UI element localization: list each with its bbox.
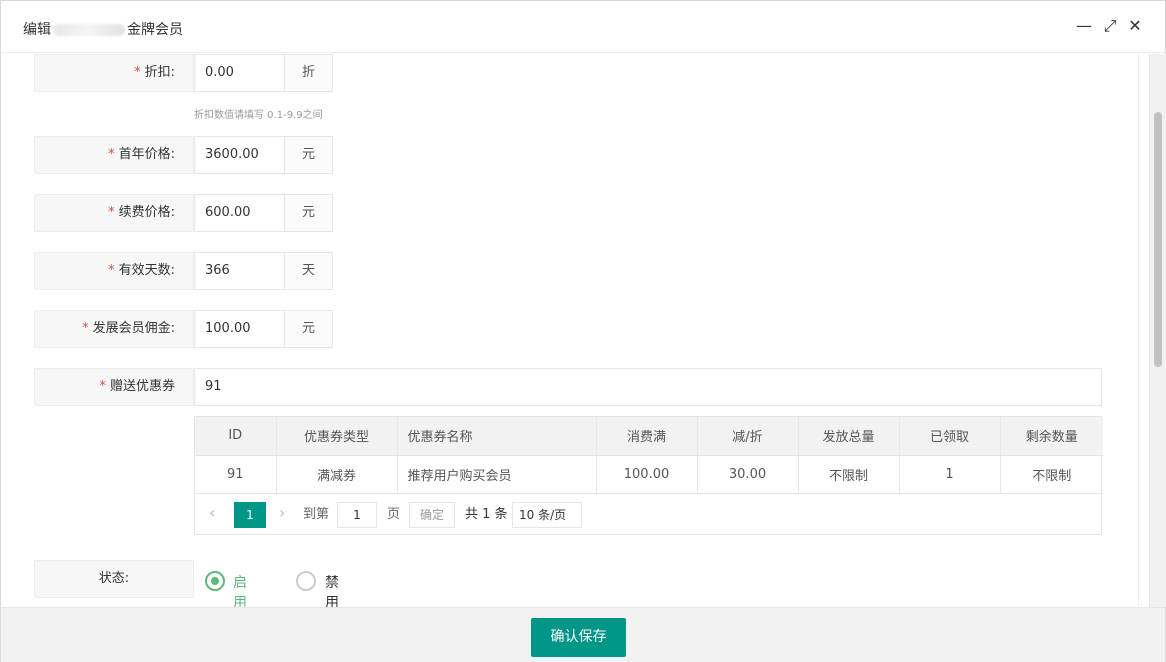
edit-member-dialog: 编辑 金牌会员 — ⤢ ✕ * 折扣: 0.00 折 折扣数值请填写 0.1-9.9…	[0, 0, 1166, 662]
commission-label: * 发展会员佣金:	[34, 310, 194, 348]
discount-suffix: 折	[284, 54, 333, 92]
table-cell: 不限制	[1000, 455, 1103, 494]
renewal-price-label: * 续费价格:	[34, 194, 194, 232]
coupon-table: ID 优惠券类型 优惠券名称 消费满 减/折 发放总量 已领取 剩余数量 91 …	[194, 416, 1103, 535]
table-cell: 不限制	[798, 455, 900, 494]
table-header-row: ID 优惠券类型 优惠券名称 消费满 减/折 发放总量 已领取 剩余数量	[195, 417, 1103, 456]
dialog-footer: 确认保存	[1, 607, 1165, 662]
column-header: 消费满	[596, 417, 698, 456]
renewal-price-suffix: 元	[284, 194, 333, 232]
vertical-scrollbar[interactable]	[1149, 54, 1166, 607]
maximize-button[interactable]: ⤢	[1101, 17, 1119, 35]
column-header: 剩余数量	[1000, 417, 1103, 456]
status-enabled-radio[interactable]	[205, 571, 225, 591]
discount-input[interactable]: 0.00	[194, 54, 285, 92]
dialog-title-prefix: 编辑	[23, 22, 51, 38]
scrollbar-thumb[interactable]	[1154, 112, 1162, 367]
first-year-price-suffix: 元	[284, 136, 333, 174]
dialog-titlebar: 编辑 金牌会员 — ⤢ ✕	[1, 1, 1165, 53]
column-header: 减/折	[697, 417, 799, 456]
renewal-price-input[interactable]: 600.00	[194, 194, 285, 232]
commission-input[interactable]: 100.00	[194, 310, 285, 348]
page-size-select[interactable]: 10 条/页	[512, 501, 582, 528]
dialog-title-suffix: 金牌会员	[127, 22, 183, 38]
table-cell: 91	[195, 455, 277, 494]
dialog-title: 编辑 金牌会员	[23, 19, 183, 39]
goto-page-input[interactable]: 1	[337, 501, 377, 528]
close-button[interactable]: ✕	[1126, 17, 1144, 35]
status-disabled-radio[interactable]	[296, 571, 316, 591]
confirm-save-button[interactable]: 确认保存	[531, 618, 626, 657]
status-disabled-label[interactable]: 禁用	[325, 572, 339, 607]
pagination: ‹ 1 › 到第 1 页 确定 共 1 条 10 条/页	[195, 494, 1101, 534]
current-page-button[interactable]: 1	[234, 501, 266, 528]
table-cell: 100.00	[596, 455, 698, 494]
goto-confirm-button[interactable]: 确定	[409, 501, 455, 528]
valid-days-input[interactable]: 366	[194, 252, 285, 290]
column-header: ID	[195, 417, 277, 456]
column-header: 优惠券类型	[276, 417, 398, 456]
valid-days-suffix: 天	[284, 252, 333, 290]
valid-days-label: * 有效天数:	[34, 252, 194, 290]
dialog-content: * 折扣: 0.00 折 折扣数值请填写 0.1-9.9之间 * 首年价格: 360…	[1, 54, 1139, 607]
discount-label: * 折扣:	[34, 54, 194, 92]
column-header: 优惠券名称	[397, 417, 597, 456]
column-header: 已领取	[899, 417, 1001, 456]
page-unit-label: 页	[387, 506, 401, 522]
first-year-price-input[interactable]: 3600.00	[194, 136, 285, 174]
table-row[interactable]: 91 满减券 推荐用户购买会员 100.00 30.00 不限制 1 不限制	[195, 455, 1103, 494]
column-header: 发放总量	[798, 417, 900, 456]
total-count: 共 1 条	[465, 506, 508, 522]
minimize-button[interactable]: —	[1075, 17, 1093, 35]
next-page-icon[interactable]: ›	[279, 503, 285, 522]
table-cell: 推荐用户购买会员	[397, 455, 597, 494]
prev-page-icon[interactable]: ‹	[209, 503, 215, 522]
coupon-label: * 赠送优惠券	[34, 368, 194, 406]
commission-suffix: 元	[284, 310, 333, 348]
table-cell: 满减券	[276, 455, 398, 494]
table-cell: 1	[899, 455, 1001, 494]
coupon-input[interactable]: 91	[194, 368, 1102, 406]
first-year-price-label: * 首年价格:	[34, 136, 194, 174]
status-enabled-label[interactable]: 启用	[233, 572, 247, 607]
table-cell: 30.00	[697, 455, 799, 494]
status-label: 状态:	[34, 560, 194, 598]
goto-label: 到第	[303, 506, 330, 522]
redacted-title-text	[53, 24, 125, 36]
discount-hint: 折扣数值请填写 0.1-9.9之间	[194, 110, 323, 121]
